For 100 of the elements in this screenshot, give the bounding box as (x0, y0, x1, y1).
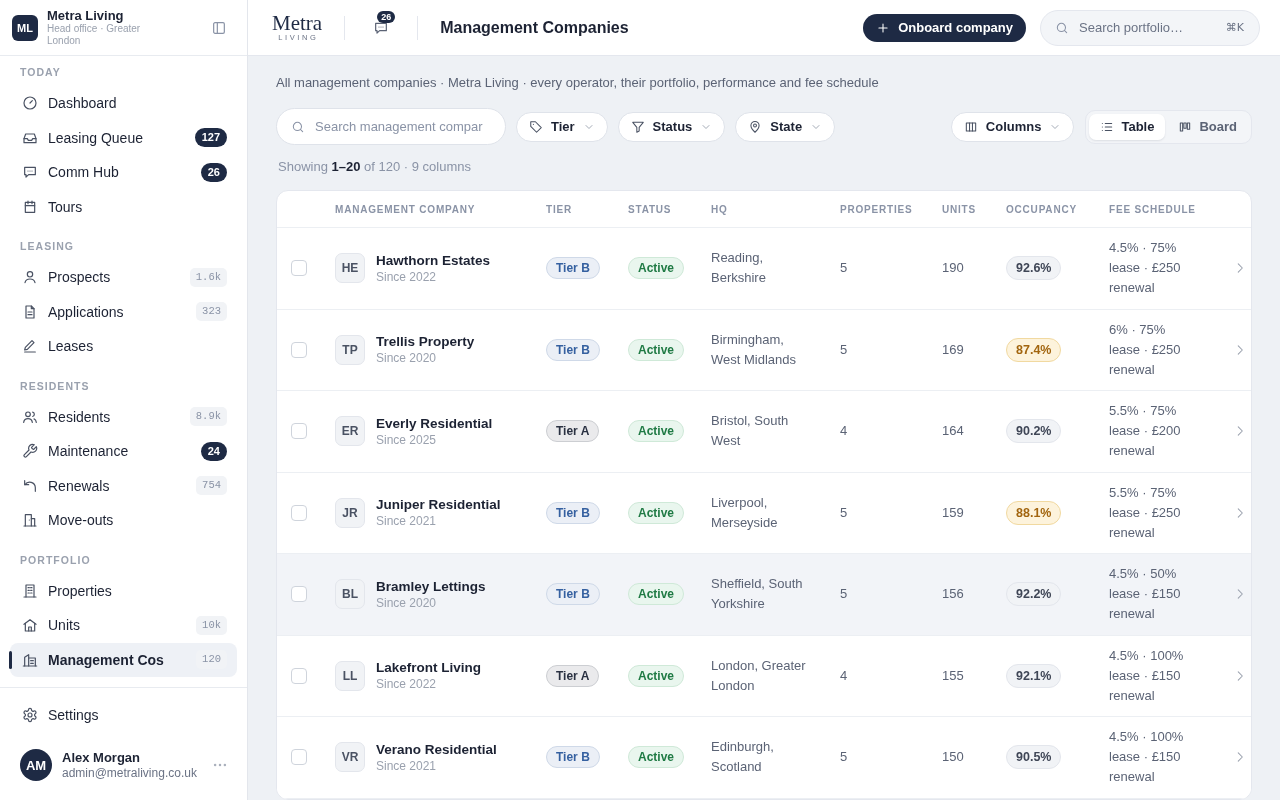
table-cell-text: Reading, Berkshire (711, 249, 767, 288)
table-cell-text: 4.5% · 50% lease · £150 renewal (1109, 565, 1182, 624)
row-checkbox[interactable] (291, 586, 307, 603)
nav-item[interactable]: Properties (10, 573, 237, 608)
person-icon (22, 269, 38, 286)
filter-dropdown[interactable]: Status (617, 111, 726, 142)
table-cell-text: 4 (840, 422, 849, 441)
org-name: Metra Living (47, 8, 125, 23)
row-checkbox[interactable] (291, 504, 307, 521)
section-label: TODAY (19, 65, 62, 80)
company-name: Everly Residential (376, 414, 493, 432)
column-header: OCCUPANCY (1006, 203, 1078, 215)
count-badge: 127 (194, 128, 227, 148)
nav-item[interactable]: Leases (10, 329, 237, 364)
tier-badge: Tier B (546, 501, 600, 524)
section-label: LEASING (19, 239, 76, 254)
org-location: Head office · Greater London (47, 23, 142, 47)
sidebar-toggle-icon[interactable] (211, 19, 227, 36)
table-cell-text: Birmingham, West Midlands (711, 330, 797, 369)
gear-icon (22, 706, 38, 723)
column-header: PROPERTIES (840, 203, 914, 215)
count-badge: 1.6k (189, 267, 227, 287)
buildings-icon (22, 651, 38, 668)
table-cell-text: 164 (942, 422, 965, 441)
nav-item[interactable]: Leasing Queue 127 (10, 120, 237, 155)
columns-dropdown[interactable]: Columns (950, 111, 1075, 142)
tag-icon (529, 119, 543, 134)
company-name: Trellis Property (376, 333, 475, 351)
company-avatar: ER (335, 416, 365, 447)
nav-item[interactable]: Dashboard (10, 86, 237, 121)
table-cell-text: 190 (942, 259, 965, 278)
table-cell-text: 4.5% · 100% lease · £150 renewal (1109, 646, 1185, 705)
nav-item[interactable]: Tours (10, 189, 237, 224)
company-name: Juniper Residential (376, 496, 501, 514)
results-summary: Showing 1–20 of 120 · 9 columns (278, 159, 472, 175)
column-header: FEE SCHEDULE (1109, 203, 1197, 215)
document-icon (22, 303, 38, 320)
nav-item[interactable]: Renewals 754 (10, 468, 237, 503)
occupancy-badge: 92.6% (1006, 256, 1062, 281)
user-avatar: AM (20, 749, 52, 781)
company-avatar: VR (335, 742, 365, 773)
column-header: UNITS (942, 203, 977, 215)
page-description: All management companies · Metra Living · every operator, their portfolio, performance and fee schedule (276, 75, 880, 91)
logo-wordmark: Metra (272, 12, 323, 33)
nav-item[interactable]: Management Cos 120 (10, 642, 237, 677)
nav-item[interactable]: Maintenance 24 (10, 434, 237, 469)
table-cell-text: Edinburgh, Scotland (711, 738, 775, 777)
nav-item[interactable]: Residents 8.9k (10, 399, 237, 434)
count-badge: 754 (196, 476, 227, 496)
tier-badge: Tier A (546, 420, 600, 443)
occupancy-badge: 90.5% (1006, 745, 1062, 770)
wrench-icon (22, 443, 38, 460)
nav-item[interactable]: Applications 323 (10, 294, 237, 329)
filter-dropdown[interactable]: State (735, 111, 836, 142)
row-checkbox[interactable] (291, 749, 307, 766)
row-checkbox[interactable] (291, 667, 307, 684)
nav-item[interactable]: Units 10k (10, 608, 237, 643)
nav-item[interactable]: Move-outs (10, 503, 237, 538)
occupancy-badge: 92.1% (1006, 663, 1062, 688)
user-email: admin@metraliving.co.uk (62, 765, 198, 781)
calendar-icon (22, 198, 38, 215)
column-header: HQ (711, 203, 729, 215)
table-cell-text: 155 (942, 666, 965, 685)
building-icon (22, 512, 38, 529)
row-checkbox[interactable] (291, 423, 307, 440)
table-cell-text: 4 (840, 666, 849, 685)
occupancy-badge: 90.2% (1006, 419, 1062, 444)
status-badge: Active (628, 583, 685, 606)
view-tab[interactable]: Table (1089, 113, 1166, 140)
table-cell-text: 150 (942, 748, 965, 767)
count-badge: 323 (196, 302, 227, 322)
shortcut-hint: ⌘K (1225, 20, 1244, 35)
section-label: PORTFOLIO (19, 552, 92, 568)
notification-badge: 26 (377, 10, 396, 23)
filter-dropdown[interactable]: Tier (516, 111, 608, 142)
search-field[interactable]: Search management compar (276, 108, 506, 145)
page-title: Management Companies (440, 18, 629, 37)
row-checkbox[interactable] (291, 260, 307, 277)
company-since: Since 2022 (376, 269, 438, 285)
company-since: Since 2021 (376, 758, 438, 774)
nav-item[interactable]: Settings (10, 697, 237, 732)
row-checkbox[interactable] (291, 341, 307, 358)
company-name: Hawthorn Estates (376, 251, 491, 269)
table-cell-text: 169 (942, 340, 965, 359)
view-tab[interactable]: Board (1167, 113, 1248, 140)
table-cell-text: 5.5% · 75% lease · £200 renewal (1109, 402, 1182, 461)
columns-icon (963, 119, 978, 134)
nav-item[interactable]: Prospects 1.6k (10, 260, 237, 295)
nav-item[interactable]: Comm Hub 26 (10, 155, 237, 190)
table-cell-text: Bristol, South West (711, 412, 790, 451)
company-avatar: BL (335, 579, 365, 610)
tier-badge: Tier B (546, 257, 600, 280)
more-icon[interactable] (213, 762, 227, 768)
user-name: Alex Morgan (62, 749, 141, 766)
status-badge: Active (628, 664, 685, 687)
table-row[interactable]: BL Bramley Lettings Since 2020 Tier B Active Sheffield, South Yorkshire 5 156 92.2% 4.5% · 50% lease · £150 renewal (277, 554, 1251, 636)
tier-badge: Tier B (546, 338, 600, 361)
onboard-company-button[interactable]: Onboard company (863, 13, 1026, 42)
count-badge: 26 (200, 162, 227, 182)
building-icon (22, 582, 38, 599)
